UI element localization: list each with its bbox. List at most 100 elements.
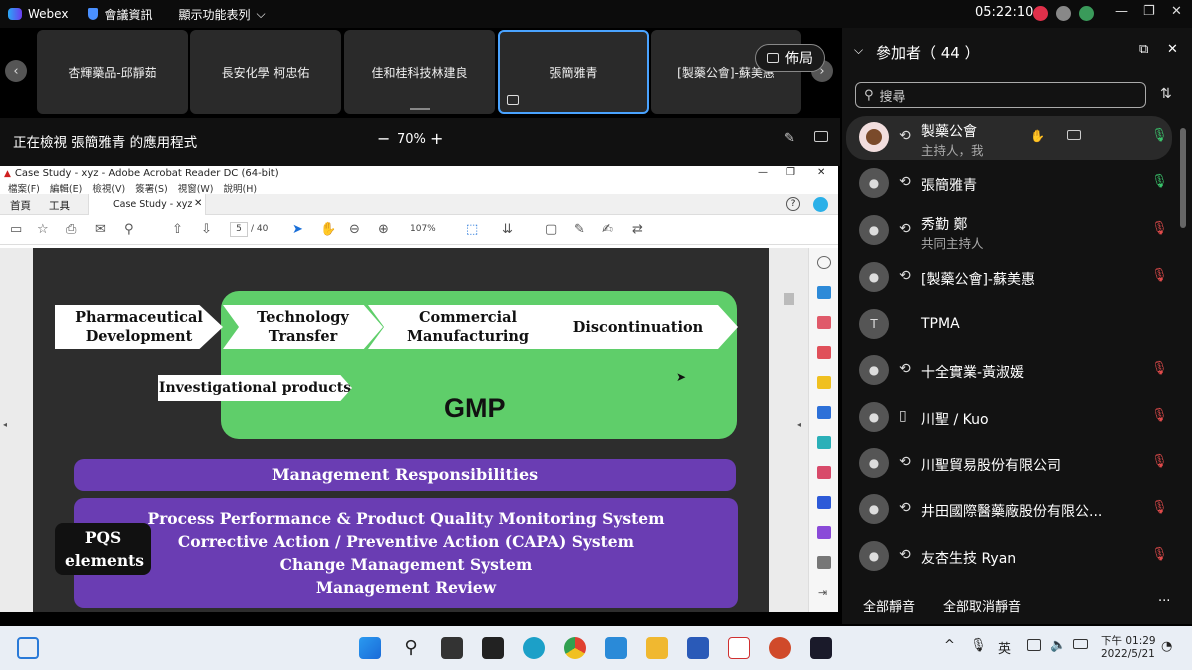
video-tile[interactable]: 佳和桂科技林建良: [344, 30, 495, 114]
mic-on-icon[interactable]: 🎙: [1151, 128, 1168, 143]
highlight-icon[interactable]: ✎: [574, 222, 585, 237]
scroll-mode-icon[interactable]: ⇊: [502, 222, 513, 237]
fit-page-icon[interactable]: ⬚: [466, 222, 478, 237]
tab-tools[interactable]: 工具: [49, 198, 70, 213]
taskbar-time[interactable]: 下午 01:29: [1101, 633, 1156, 648]
mic-muted-icon[interactable]: 🎙: [1151, 500, 1168, 515]
page-down-icon[interactable]: ⇩: [201, 222, 212, 237]
combine-icon[interactable]: [817, 406, 831, 419]
mic-muted-icon[interactable]: 🎙: [1151, 408, 1168, 423]
show-menu-bar-button[interactable]: 顯示功能表列 ⌵: [178, 6, 265, 23]
participant-row[interactable]: ● ⟲ 友杏生技 Ryan 🎙: [846, 535, 1172, 579]
account-icon[interactable]: [813, 197, 828, 212]
file-explorer-icon[interactable]: [646, 637, 668, 659]
acrobat-minimize-icon[interactable]: —: [758, 167, 768, 178]
save-icon[interactable]: ▭: [10, 222, 22, 237]
select-cursor-icon[interactable]: ➤: [292, 222, 303, 237]
mic-on-icon[interactable]: 🎙: [1151, 174, 1168, 189]
drag-handle[interactable]: [410, 108, 430, 110]
mute-all-button[interactable]: 全部靜音: [863, 596, 915, 615]
notepad-icon[interactable]: [605, 637, 627, 659]
video-tile[interactable]: [製藥公會]-蘇美惠: [651, 30, 801, 114]
more-options-button[interactable]: ···: [1158, 594, 1170, 609]
sort-icon[interactable]: ⇅: [1160, 86, 1172, 102]
hand-tool-icon[interactable]: ✋: [320, 222, 336, 237]
participant-row[interactable]: ● ⟲ 井田國際醫藥廠股份有限公... 🎙: [846, 488, 1172, 532]
create-pdf-icon[interactable]: [817, 346, 831, 359]
protect-icon[interactable]: [817, 496, 831, 509]
print-icon[interactable]: ⎙: [66, 222, 76, 237]
mic-muted-icon[interactable]: 🎙: [1151, 221, 1168, 236]
recording-icon[interactable]: [1033, 6, 1048, 21]
page-up-icon[interactable]: ⇧: [172, 222, 183, 237]
document-area[interactable]: ◂ ◂ Pharmaceutical Development Technolog…: [0, 248, 838, 612]
layout-button[interactable]: 佈局: [755, 44, 825, 72]
network-icon[interactable]: [1056, 6, 1071, 21]
page-number-input[interactable]: 5: [230, 222, 248, 237]
participant-row[interactable]: T TPMA: [846, 303, 1172, 347]
email-icon[interactable]: ✉: [95, 222, 106, 237]
scrollbar-thumb[interactable]: [784, 293, 794, 305]
participant-row[interactable]: ● ⟲ [製藥公會]-蘇美惠 🎙: [846, 256, 1172, 300]
sticky-notes-icon[interactable]: [482, 637, 504, 659]
close-panel-icon[interactable]: ✕: [1167, 42, 1178, 57]
tray-chevron-icon[interactable]: ^: [944, 638, 955, 653]
more-tools-icon[interactable]: [817, 556, 831, 569]
menu-file[interactable]: 檔案(F): [8, 181, 40, 195]
zoom-out-button[interactable]: −: [377, 129, 390, 148]
ime-indicator[interactable]: 英: [998, 638, 1011, 657]
meeting-info-button[interactable]: 會議資訊: [88, 6, 152, 23]
taskbar-date[interactable]: 2022/5/21: [1101, 648, 1155, 660]
participant-row[interactable]: ● ⟲ 張簡雅青 🎙: [846, 162, 1172, 206]
chrome-icon[interactable]: [564, 637, 586, 659]
video-tile[interactable]: 杏輝藥品-邱靜茹: [37, 30, 188, 114]
search-icon[interactable]: ⚲: [400, 637, 422, 659]
search-icon[interactable]: ⚲: [124, 222, 134, 237]
battery-icon[interactable]: [1073, 639, 1088, 649]
acrobat-restore-icon[interactable]: ❐: [786, 167, 795, 178]
display-icon[interactable]: [1027, 639, 1041, 651]
participant-row[interactable]: ● ⟲ 川聖貿易股份有限公司 🎙: [846, 442, 1172, 486]
raise-hand-icon[interactable]: ✋: [1030, 129, 1045, 143]
menu-view[interactable]: 檢視(V): [92, 181, 125, 195]
restore-icon[interactable]: ❐: [1143, 4, 1155, 19]
powerpoint-icon[interactable]: [769, 637, 791, 659]
mic-muted-icon[interactable]: 🎙: [1151, 361, 1168, 376]
menu-help[interactable]: 說明(H): [224, 181, 258, 195]
captions-icon[interactable]: [1067, 130, 1081, 140]
video-tile[interactable]: 長安化學 柯忠佑: [190, 30, 341, 114]
popout-panel-icon[interactable]: ⧉: [1139, 42, 1148, 57]
acrobat-icon[interactable]: [728, 637, 750, 659]
stats-icon[interactable]: [1079, 6, 1094, 21]
mic-muted-icon[interactable]: 🎙: [1151, 547, 1168, 562]
menu-window[interactable]: 視窗(W): [178, 181, 214, 195]
webex-taskbar-icon[interactable]: [810, 637, 832, 659]
start-icon[interactable]: [359, 637, 381, 659]
zoom-out-icon[interactable]: ⊖: [349, 222, 360, 237]
minimize-icon[interactable]: —: [1115, 4, 1128, 19]
participant-row[interactable]: ⟲ 製藥公會 主持人，我 ✋ 🎙: [846, 116, 1172, 160]
fill-sign-icon[interactable]: [817, 466, 831, 479]
close-tab-icon[interactable]: ✕: [194, 198, 202, 209]
task-view-icon[interactable]: [441, 637, 463, 659]
zoom-tool-icon[interactable]: [817, 256, 831, 269]
zoom-in-icon[interactable]: ⊕: [378, 222, 389, 237]
panel-scrollbar[interactable]: [1180, 128, 1186, 228]
mic-muted-icon[interactable]: 🎙: [1151, 454, 1168, 469]
zoom-select[interactable]: 107%: [404, 222, 454, 237]
microphone-icon[interactable]: 🎙: [970, 638, 987, 653]
organize-pages-icon[interactable]: [817, 316, 831, 329]
participant-row[interactable]: ● ⟲ 十全實業-黃淑媛 🎙: [846, 349, 1172, 393]
sign-icon[interactable]: ✍: [602, 222, 613, 237]
left-panel-toggle-icon[interactable]: ◂: [3, 420, 7, 429]
participant-row[interactable]: ● ⟲ 秀勤 鄭 共同主持人 🎙: [846, 209, 1172, 253]
word-icon[interactable]: [687, 637, 709, 659]
help-icon[interactable]: ?: [786, 197, 800, 211]
star-icon[interactable]: ☆: [37, 222, 49, 237]
acrobat-close-icon[interactable]: ✕: [817, 167, 825, 178]
comment-tool-icon[interactable]: [817, 376, 831, 389]
zoom-in-button[interactable]: +: [430, 129, 443, 148]
right-panel-toggle-icon[interactable]: ◂: [797, 420, 801, 429]
unmute-all-button[interactable]: 全部取消靜音: [943, 596, 1021, 615]
export-pdf-icon[interactable]: [817, 286, 831, 299]
